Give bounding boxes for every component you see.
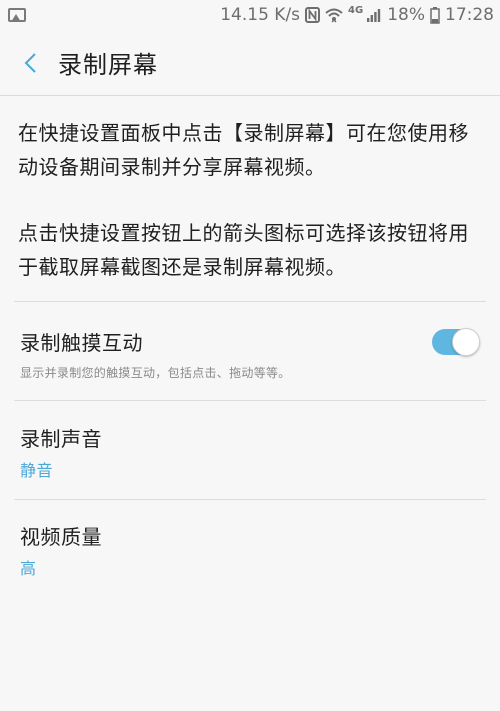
setting-video-quality-value: 高 <box>20 559 37 578</box>
image-icon <box>8 8 26 22</box>
nfc-icon <box>305 7 321 23</box>
description-paragraph-1: 在快捷设置面板中点击【录制屏幕】可在您使用移动设备期间录制并分享屏幕视频。 <box>18 121 469 179</box>
settings-content: 在快捷设置面板中点击【录制屏幕】可在您使用移动设备期间录制并分享屏幕视频。 点击… <box>0 97 500 598</box>
signal-icon <box>366 7 382 23</box>
description-paragraph-2: 点击快捷设置按钮上的箭头图标可选择该按钮将用于截取屏幕截图还是录制屏幕视频。 <box>18 221 469 279</box>
battery-icon <box>430 6 440 24</box>
wifi-icon <box>325 7 343 23</box>
record-touch-toggle[interactable] <box>432 328 480 356</box>
chevron-left-icon <box>24 52 36 73</box>
page-title: 录制屏幕 <box>58 51 158 79</box>
app-bar: 录制屏幕 <box>0 30 500 96</box>
battery-level: 18% <box>387 5 425 25</box>
setting-record-touch-subtitle: 显示并录制您的触摸互动，包括点击、拖动等等。 <box>20 366 291 380</box>
setting-record-sound-value: 静音 <box>20 461 54 480</box>
status-right: 14.15 K/s 4G 18% 17:28 <box>220 4 494 26</box>
setting-video-quality-title: 视频质量 <box>20 525 102 549</box>
setting-record-sound[interactable]: 录制声音 静音 <box>0 401 500 499</box>
net-speed: 14.15 K/s <box>220 5 301 25</box>
setting-record-touch[interactable]: 录制触摸互动 显示并录制您的触摸互动，包括点击、拖动等等。 <box>0 302 500 400</box>
status-bar: 14.15 K/s 4G 18% 17:28 <box>0 0 500 30</box>
network-type: 4G <box>348 4 364 16</box>
toggle-knob <box>452 328 480 356</box>
clock: 17:28 <box>445 5 494 25</box>
back-button[interactable] <box>8 40 54 86</box>
setting-record-touch-title: 录制触摸互动 <box>20 331 143 355</box>
status-left <box>8 8 26 22</box>
setting-record-sound-title: 录制声音 <box>20 427 102 451</box>
setting-video-quality[interactable]: 视频质量 高 <box>0 500 500 598</box>
description: 在快捷设置面板中点击【录制屏幕】可在您使用移动设备期间录制并分享屏幕视频。 点击… <box>0 116 500 284</box>
